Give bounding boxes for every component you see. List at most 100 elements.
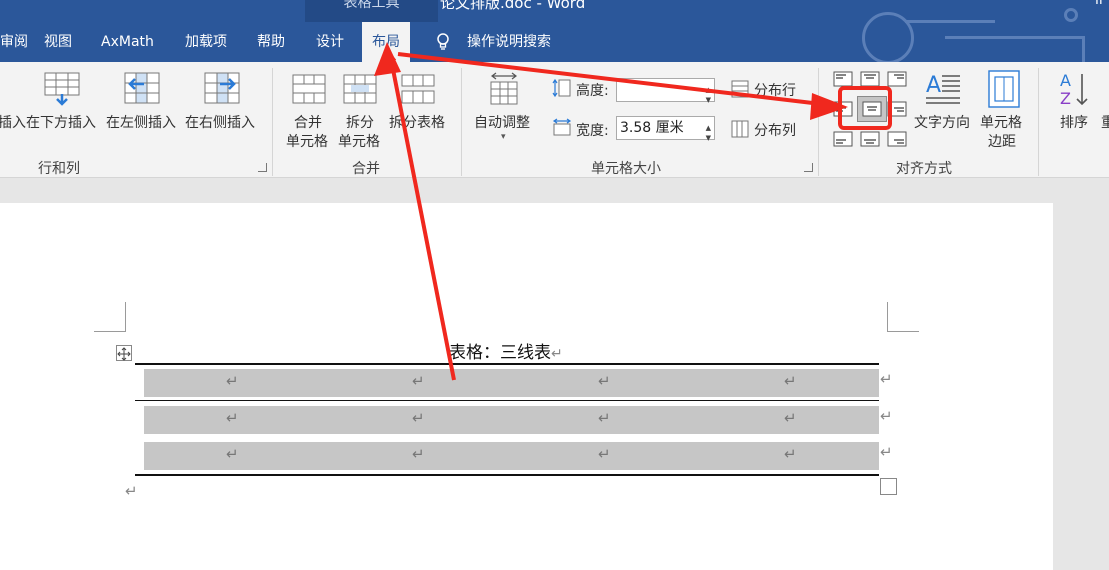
document-title: 论文排版.doc - Word	[440, 0, 586, 12]
insert-below-icon	[44, 72, 80, 106]
rows-cols-dialog-launcher-icon[interactable]	[258, 163, 267, 172]
distribute-rows-button[interactable]: 分布行	[754, 80, 796, 100]
column-width-input[interactable]: 3.58 厘米 ▲ ▼	[616, 116, 715, 142]
svg-text:Z: Z	[1060, 89, 1071, 108]
margin-corner-mark	[887, 302, 919, 332]
decorative-line	[905, 20, 995, 23]
distribute-rows-icon	[731, 80, 749, 98]
table-caption-text: 表格：三线表	[449, 343, 551, 363]
split-table-icon	[401, 74, 435, 104]
tab-layout[interactable]: 布局	[362, 22, 410, 62]
row-height-input[interactable]: ▲ ▼	[616, 78, 715, 104]
text-direction-icon: A	[926, 73, 960, 104]
decorative-line	[1082, 36, 1085, 62]
cell-mark: ↵	[784, 445, 797, 463]
table-row[interactable]: ↵ ↵ ↵ ↵	[144, 369, 879, 397]
table-move-handle-icon[interactable]	[116, 345, 132, 361]
spin-down-icon[interactable]: ▼	[706, 89, 711, 111]
sort-icon: A Z	[1060, 71, 1088, 108]
table-bottom-rule	[135, 474, 879, 476]
table-top-rule	[135, 363, 879, 365]
split-cells-button-line1[interactable]: 拆分	[346, 112, 374, 132]
distribute-columns-button[interactable]: 分布列	[754, 120, 796, 140]
svg-text:A: A	[1060, 71, 1071, 90]
title-right-text: li	[1095, 0, 1103, 8]
autofit-dropdown-chevron-icon[interactable]: ▾	[501, 132, 506, 142]
cell-mark: ↵	[412, 372, 425, 390]
ribbon-layout: 插入 在下方插入 在左侧插入 在右侧插入 行和列 合并 单元格 拆分 单元格 拆…	[0, 62, 1109, 178]
cell-mark: ↵	[784, 372, 797, 390]
group-label-merge: 合并	[352, 161, 380, 177]
cell-size-dialog-launcher-icon[interactable]	[804, 163, 813, 172]
group-separator	[818, 68, 819, 176]
group-separator	[272, 68, 273, 176]
column-width-value: 3.58 厘米	[620, 120, 684, 136]
cell-mark: ↵	[412, 445, 425, 463]
tab-design[interactable]: 设计	[316, 22, 344, 62]
svg-text:A: A	[926, 73, 941, 98]
cell-mark: ↵	[784, 409, 797, 427]
table-caption: 表格：三线表↵	[449, 338, 563, 363]
insert-right-button[interactable]: 在右侧插入	[185, 112, 255, 132]
decorative-circle-icon	[1064, 8, 1078, 22]
cell-mark: ↵	[226, 445, 239, 463]
group-label-rows-cols: 行和列	[38, 161, 80, 177]
highlight-annotation-box	[838, 86, 892, 130]
text-direction-button[interactable]: 文字方向	[914, 112, 970, 132]
row-end-mark: ↵	[880, 407, 893, 425]
decorative-line	[945, 36, 1085, 39]
sort-button[interactable]: 排序	[1060, 112, 1088, 132]
title-bar: 表格工具 论文排版.doc - Word li	[0, 0, 1109, 22]
tab-addins[interactable]: 加载项	[185, 22, 227, 62]
width-label: 宽度:	[576, 123, 609, 139]
cell-mark: ↵	[226, 372, 239, 390]
merge-cells-icon	[292, 74, 326, 104]
move-arrows-icon	[117, 347, 131, 361]
paragraph-mark: ↵	[125, 482, 138, 500]
insert-right-icon	[204, 72, 240, 104]
cell-mark: ↵	[226, 409, 239, 427]
distribute-columns-icon	[731, 120, 749, 138]
table-row[interactable]: ↵ ↵ ↵ ↵	[144, 406, 879, 434]
split-cells-icon	[343, 74, 377, 104]
group-label-cell-size: 单元格大小	[591, 161, 661, 177]
row-end-mark: ↵	[880, 443, 893, 461]
insert-left-button[interactable]: 在左侧插入	[106, 112, 176, 132]
tab-review[interactable]: 审阅	[0, 22, 28, 62]
autofit-button[interactable]: 自动调整	[474, 112, 530, 132]
row-height-icon	[552, 78, 571, 98]
column-width-icon	[552, 118, 572, 136]
split-table-button[interactable]: 拆分表格	[389, 112, 445, 132]
tell-me-search[interactable]: 操作说明搜索	[467, 22, 551, 62]
height-label: 高度:	[576, 83, 609, 99]
lightbulb-icon	[437, 33, 449, 50]
paragraph-mark: ↵	[551, 346, 563, 362]
tab-axmath[interactable]: AxMath	[101, 22, 154, 62]
context-tab-label: 表格工具	[305, 0, 438, 22]
split-cells-button-line2[interactable]: 单元格	[338, 131, 380, 151]
cell-margins-icon	[988, 70, 1020, 108]
ribbon-tab-bar: 审阅 视图 AxMath 加载项 帮助 设计 布局 操作说明搜索	[0, 8, 1109, 64]
cell-mark: ↵	[598, 372, 611, 390]
table-row[interactable]: ↵ ↵ ↵ ↵	[144, 442, 879, 470]
group-separator	[1038, 68, 1039, 176]
group-separator	[461, 68, 462, 176]
merge-cells-button-line2[interactable]: 单元格	[286, 131, 328, 151]
merge-cells-button-line1[interactable]: 合并	[294, 112, 322, 132]
cell-margins-button-line1[interactable]: 单元格	[980, 112, 1022, 132]
table-resize-handle-icon[interactable]	[880, 478, 897, 495]
insert-above-button-label[interactable]: 插入	[0, 112, 26, 132]
cell-margins-button-line2[interactable]: 边距	[988, 131, 1016, 151]
insert-below-button[interactable]: 在下方插入	[26, 112, 96, 132]
tab-help[interactable]: 帮助	[257, 22, 285, 62]
group-label-alignment: 对齐方式	[896, 161, 952, 177]
insert-left-icon	[124, 72, 160, 104]
cell-mark: ↵	[598, 409, 611, 427]
autofit-icon	[490, 72, 518, 105]
row-end-mark: ↵	[880, 370, 893, 388]
spin-down-icon[interactable]: ▼	[706, 127, 711, 149]
repeat-header-button[interactable]: 重	[1101, 112, 1109, 132]
cell-mark: ↵	[412, 409, 425, 427]
cell-mark: ↵	[598, 445, 611, 463]
tab-view[interactable]: 视图	[44, 22, 72, 62]
